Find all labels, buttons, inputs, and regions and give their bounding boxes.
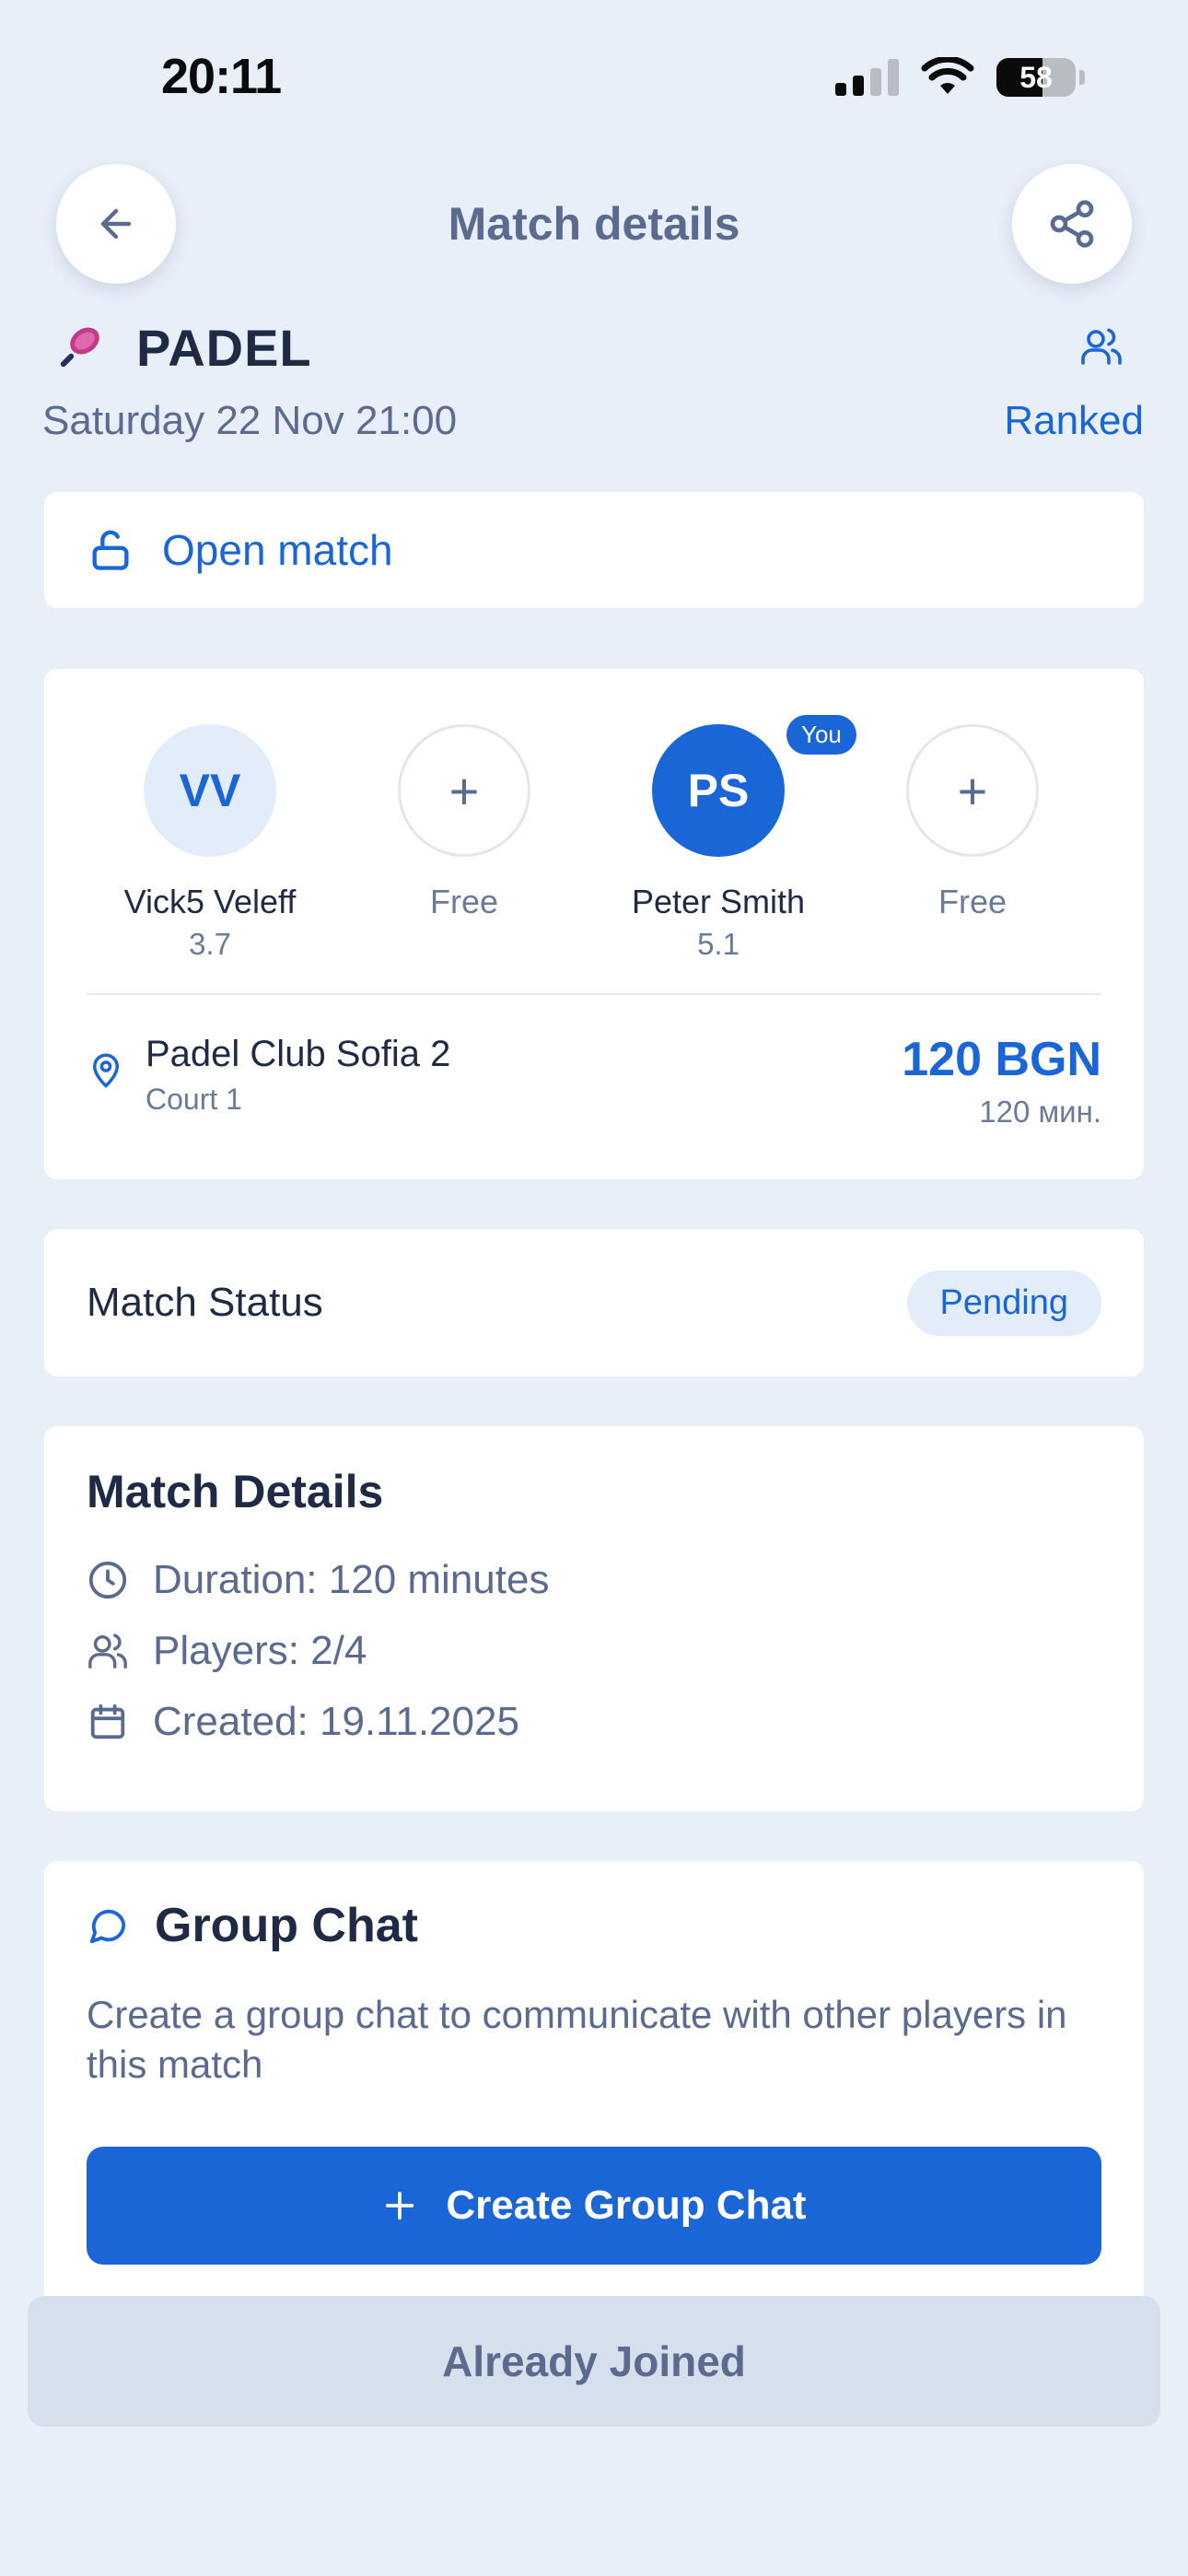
sport-row: PADEL [55,318,312,378]
status-time: 20:11 [161,49,282,104]
group-chat-card: Group Chat Create a group chat to commun… [44,1861,1144,2340]
share-button[interactable] [1012,164,1132,284]
add-player-button[interactable]: + [398,724,530,857]
create-group-chat-label: Create Group Chat [446,2183,807,2228]
page-title: Match details [448,198,740,250]
status-badge: Pending [906,1270,1101,1336]
player-slot-2[interactable]: + Free [340,724,588,921]
chat-bubble-icon [89,1909,126,1944]
price-value: 120 BGN [902,1033,1101,1086]
users-icon [88,1633,127,1669]
court-name: Court 1 [146,1083,242,1116]
players-group-icon [1081,328,1122,365]
you-badge: You [786,715,856,755]
group-chat-header: Group Chat [87,1898,1101,1953]
unlock-icon [92,530,129,570]
detail-players: Players: 2/4 [87,1615,1101,1686]
calendar-icon [90,1704,125,1739]
venue-name: Padel Club Sofia 2 [146,1034,451,1074]
details-title: Match Details [87,1466,384,1517]
battery-icon: 58 [996,58,1076,97]
avatar: PS [652,724,785,857]
player-name: Vick5 Veleff [123,883,297,920]
venue-info[interactable]: Padel Club Sofia 2 Court 1 [87,1034,450,1117]
player-name: Peter Smith [631,883,806,920]
group-chat-description: Create a group chat to communicate with … [87,1993,1067,2086]
player-slot-3[interactable]: PS Peter Smith 5.1 [594,724,843,962]
duration-text: Duration: 120 minutes [153,1556,550,1602]
player-rating: 3.7 [189,927,231,961]
battery-level: 58 [1019,60,1053,94]
match-status-label: Match Status [87,1280,323,1325]
location-pin-icon [92,1053,120,1088]
player-slot-1[interactable]: VV Vick5 Veleff 3.7 [86,724,334,962]
create-group-chat-button[interactable]: Create Group Chat [87,2147,1101,2265]
ranked-label: Ranked [1004,398,1144,443]
price-duration: 120 мин. [979,1095,1101,1129]
sport-name: PADEL [136,319,312,377]
players-card: VV Vick5 Veleff 3.7 + Free PS Peter Smit… [44,669,1144,1179]
player-rating: 5.1 [697,927,740,961]
price-info: 120 BGN 120 мин. [902,1032,1101,1130]
status-icons: 58 [835,57,1085,98]
add-player-button[interactable]: + [906,724,1039,857]
divider [87,993,1101,995]
battery-tip [1079,70,1085,85]
plus-icon [386,2191,414,2220]
player-name: Free [938,883,1007,920]
clock-icon [88,1561,127,1598]
match-details-card: Match Details Duration: 120 minutes Play… [44,1426,1144,1811]
wifi-icon [921,57,974,94]
detail-created: Created: 19.11.2025 [87,1686,1101,1757]
created-text: Created: 19.11.2025 [153,1698,519,1744]
padel-racket-icon [60,327,99,367]
cellular-signal-icon [835,59,899,96]
player-name: Free [429,883,499,920]
avatar: VV [144,724,276,857]
match-status-card: Match Status Pending [44,1229,1144,1376]
already-joined-button[interactable]: Already Joined [28,2296,1160,2427]
match-details-screen: 20:11 58 Match details PADEL Saturday 22… [0,0,1188,2576]
detail-duration: Duration: 120 minutes [87,1544,1101,1615]
open-match-label: Open match [162,526,393,574]
match-date-time: Saturday 22 Nov 21:00 [42,398,458,443]
players-count-text: Players: 2/4 [153,1627,367,1673]
player-slot-4[interactable]: + Free [848,724,1097,921]
open-match-card[interactable]: Open match [44,492,1144,608]
share-icon [1050,200,1094,248]
group-chat-title: Group Chat [155,1899,418,1952]
